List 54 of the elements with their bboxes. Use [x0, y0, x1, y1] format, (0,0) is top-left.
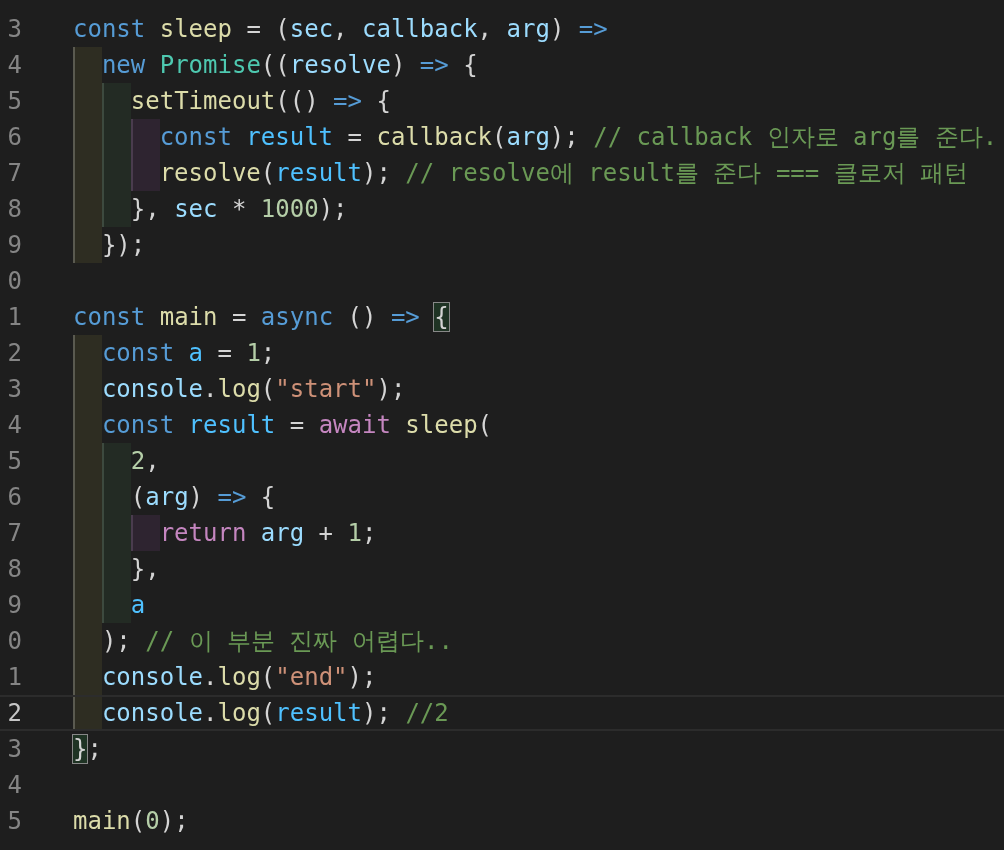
line-number: 0	[6, 266, 22, 297]
code-line: new Promise((resolve) => {	[101, 50, 478, 81]
indent-guide	[130, 515, 160, 551]
line-number: 8	[6, 194, 22, 225]
line-number: 2	[6, 698, 22, 729]
code-line: });	[101, 230, 146, 261]
line-number: 7	[6, 518, 22, 549]
code-line: const a = 1;	[101, 338, 276, 369]
line-number: 1	[6, 662, 22, 693]
indent-guide	[101, 587, 131, 623]
line-number: 1	[6, 302, 22, 333]
code-line: ); // 이 부분 진짜 어렵다..	[101, 626, 453, 657]
indent-guide	[101, 443, 131, 479]
line-number: 3	[6, 14, 22, 45]
line-number: 5	[6, 806, 22, 837]
code-line: },	[130, 554, 160, 585]
code-line: 2,	[130, 446, 160, 477]
indent-guide	[101, 83, 131, 119]
code-line: const result = callback(arg); // callback 인자로 arg를 준다.	[159, 122, 998, 153]
line-number: 4	[6, 770, 22, 801]
line-number: 5	[6, 446, 22, 477]
code-line: (arg) => {	[130, 482, 276, 513]
code-line: console.log("end");	[101, 662, 377, 693]
line-number: 6	[6, 122, 22, 153]
line-number: 9	[6, 590, 22, 621]
indent-guide	[130, 119, 160, 155]
indent-guide	[101, 191, 131, 227]
code-line: const sleep = (sec, callback, arg) =>	[73, 14, 608, 45]
code-line: setTimeout(() => {	[130, 86, 391, 117]
code-line: }, sec * 1000);	[130, 194, 348, 225]
code-line: const main = async () => {	[73, 302, 449, 333]
line-number: 6	[6, 482, 22, 513]
line-number: 9	[6, 230, 22, 261]
indent-guide	[73, 227, 102, 263]
indent-guide	[73, 47, 102, 83]
line-number: 4	[6, 50, 22, 81]
code-line: const result = await sleep(	[101, 410, 493, 441]
line-number: 5	[6, 86, 22, 117]
indent-guide	[73, 335, 102, 371]
code-line: console.log("start");	[101, 374, 406, 405]
code-line: return arg + 1;	[159, 518, 377, 549]
code-line: main(0);	[73, 806, 189, 837]
line-number: 0	[6, 626, 22, 657]
line-number: 2	[6, 338, 22, 369]
code-line: a	[130, 590, 146, 621]
line-number: 3	[6, 374, 22, 405]
line-number: 3	[6, 734, 22, 765]
line-number: 4	[6, 410, 22, 441]
code-line: resolve(result); // resolve에 result를 준다 === 클로저 패턴	[159, 158, 969, 189]
indent-guide	[130, 155, 160, 191]
line-number: 7	[6, 158, 22, 189]
code-line: console.log(result); //2	[101, 698, 449, 729]
code-line: };	[73, 734, 102, 765]
line-number: 8	[6, 554, 22, 585]
